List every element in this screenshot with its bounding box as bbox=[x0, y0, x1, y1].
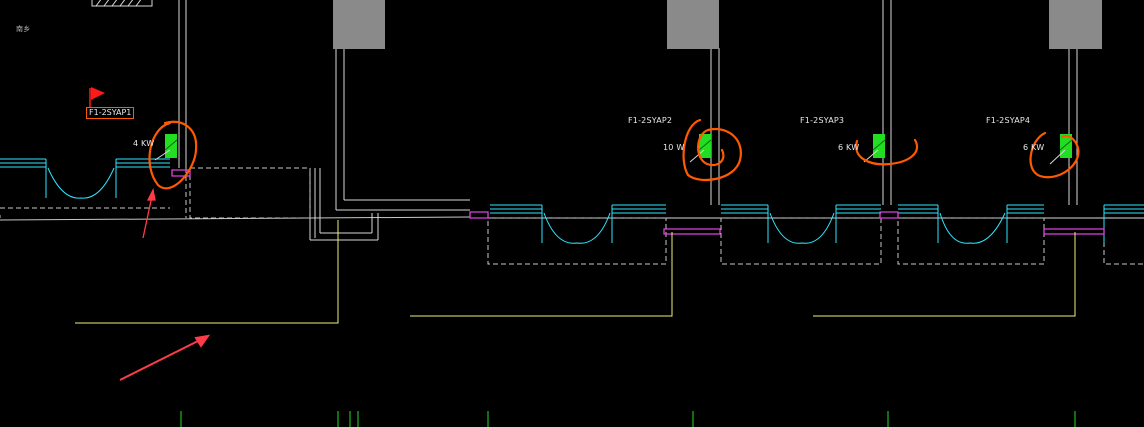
annotation-arrow-icon bbox=[142, 188, 156, 239]
distribution-panel-icon[interactable] bbox=[154, 134, 178, 161]
panel-label-ap4[interactable]: F1-2SYAP4 bbox=[986, 116, 1030, 125]
cad-drawing-canvas[interactable] bbox=[0, 0, 1144, 427]
dashed-zones bbox=[0, 167, 1144, 265]
door-swings bbox=[47, 167, 1006, 244]
distribution-panel-icon[interactable] bbox=[863, 134, 886, 163]
hatched-block-top bbox=[91, 0, 153, 7]
panel-power-ap4: 6 KW bbox=[1023, 143, 1045, 152]
panel-power-ap1: 4 KW bbox=[133, 139, 155, 148]
panel-label-ap2[interactable]: F1-2SYAP2 bbox=[628, 116, 672, 125]
magenta-fixtures bbox=[171, 169, 1105, 235]
cable-lines bbox=[75, 220, 1076, 324]
panel-power-ap2: 10 W bbox=[663, 143, 685, 152]
red-flag-icon[interactable] bbox=[89, 87, 105, 107]
walls bbox=[0, 0, 1144, 241]
annotation-circles bbox=[148, 118, 1080, 190]
annotation-arrow-icon bbox=[119, 334, 211, 381]
grid-ticks bbox=[180, 411, 1076, 427]
panel-label-ap1[interactable]: F1-2SYAP1 bbox=[86, 107, 135, 119]
columns bbox=[333, 0, 1102, 49]
panel-power-ap3: 6 KW bbox=[838, 143, 860, 152]
panel-label-ap3[interactable]: F1-2SYAP3 bbox=[800, 116, 844, 125]
corner-label: 南乡 bbox=[16, 25, 31, 33]
